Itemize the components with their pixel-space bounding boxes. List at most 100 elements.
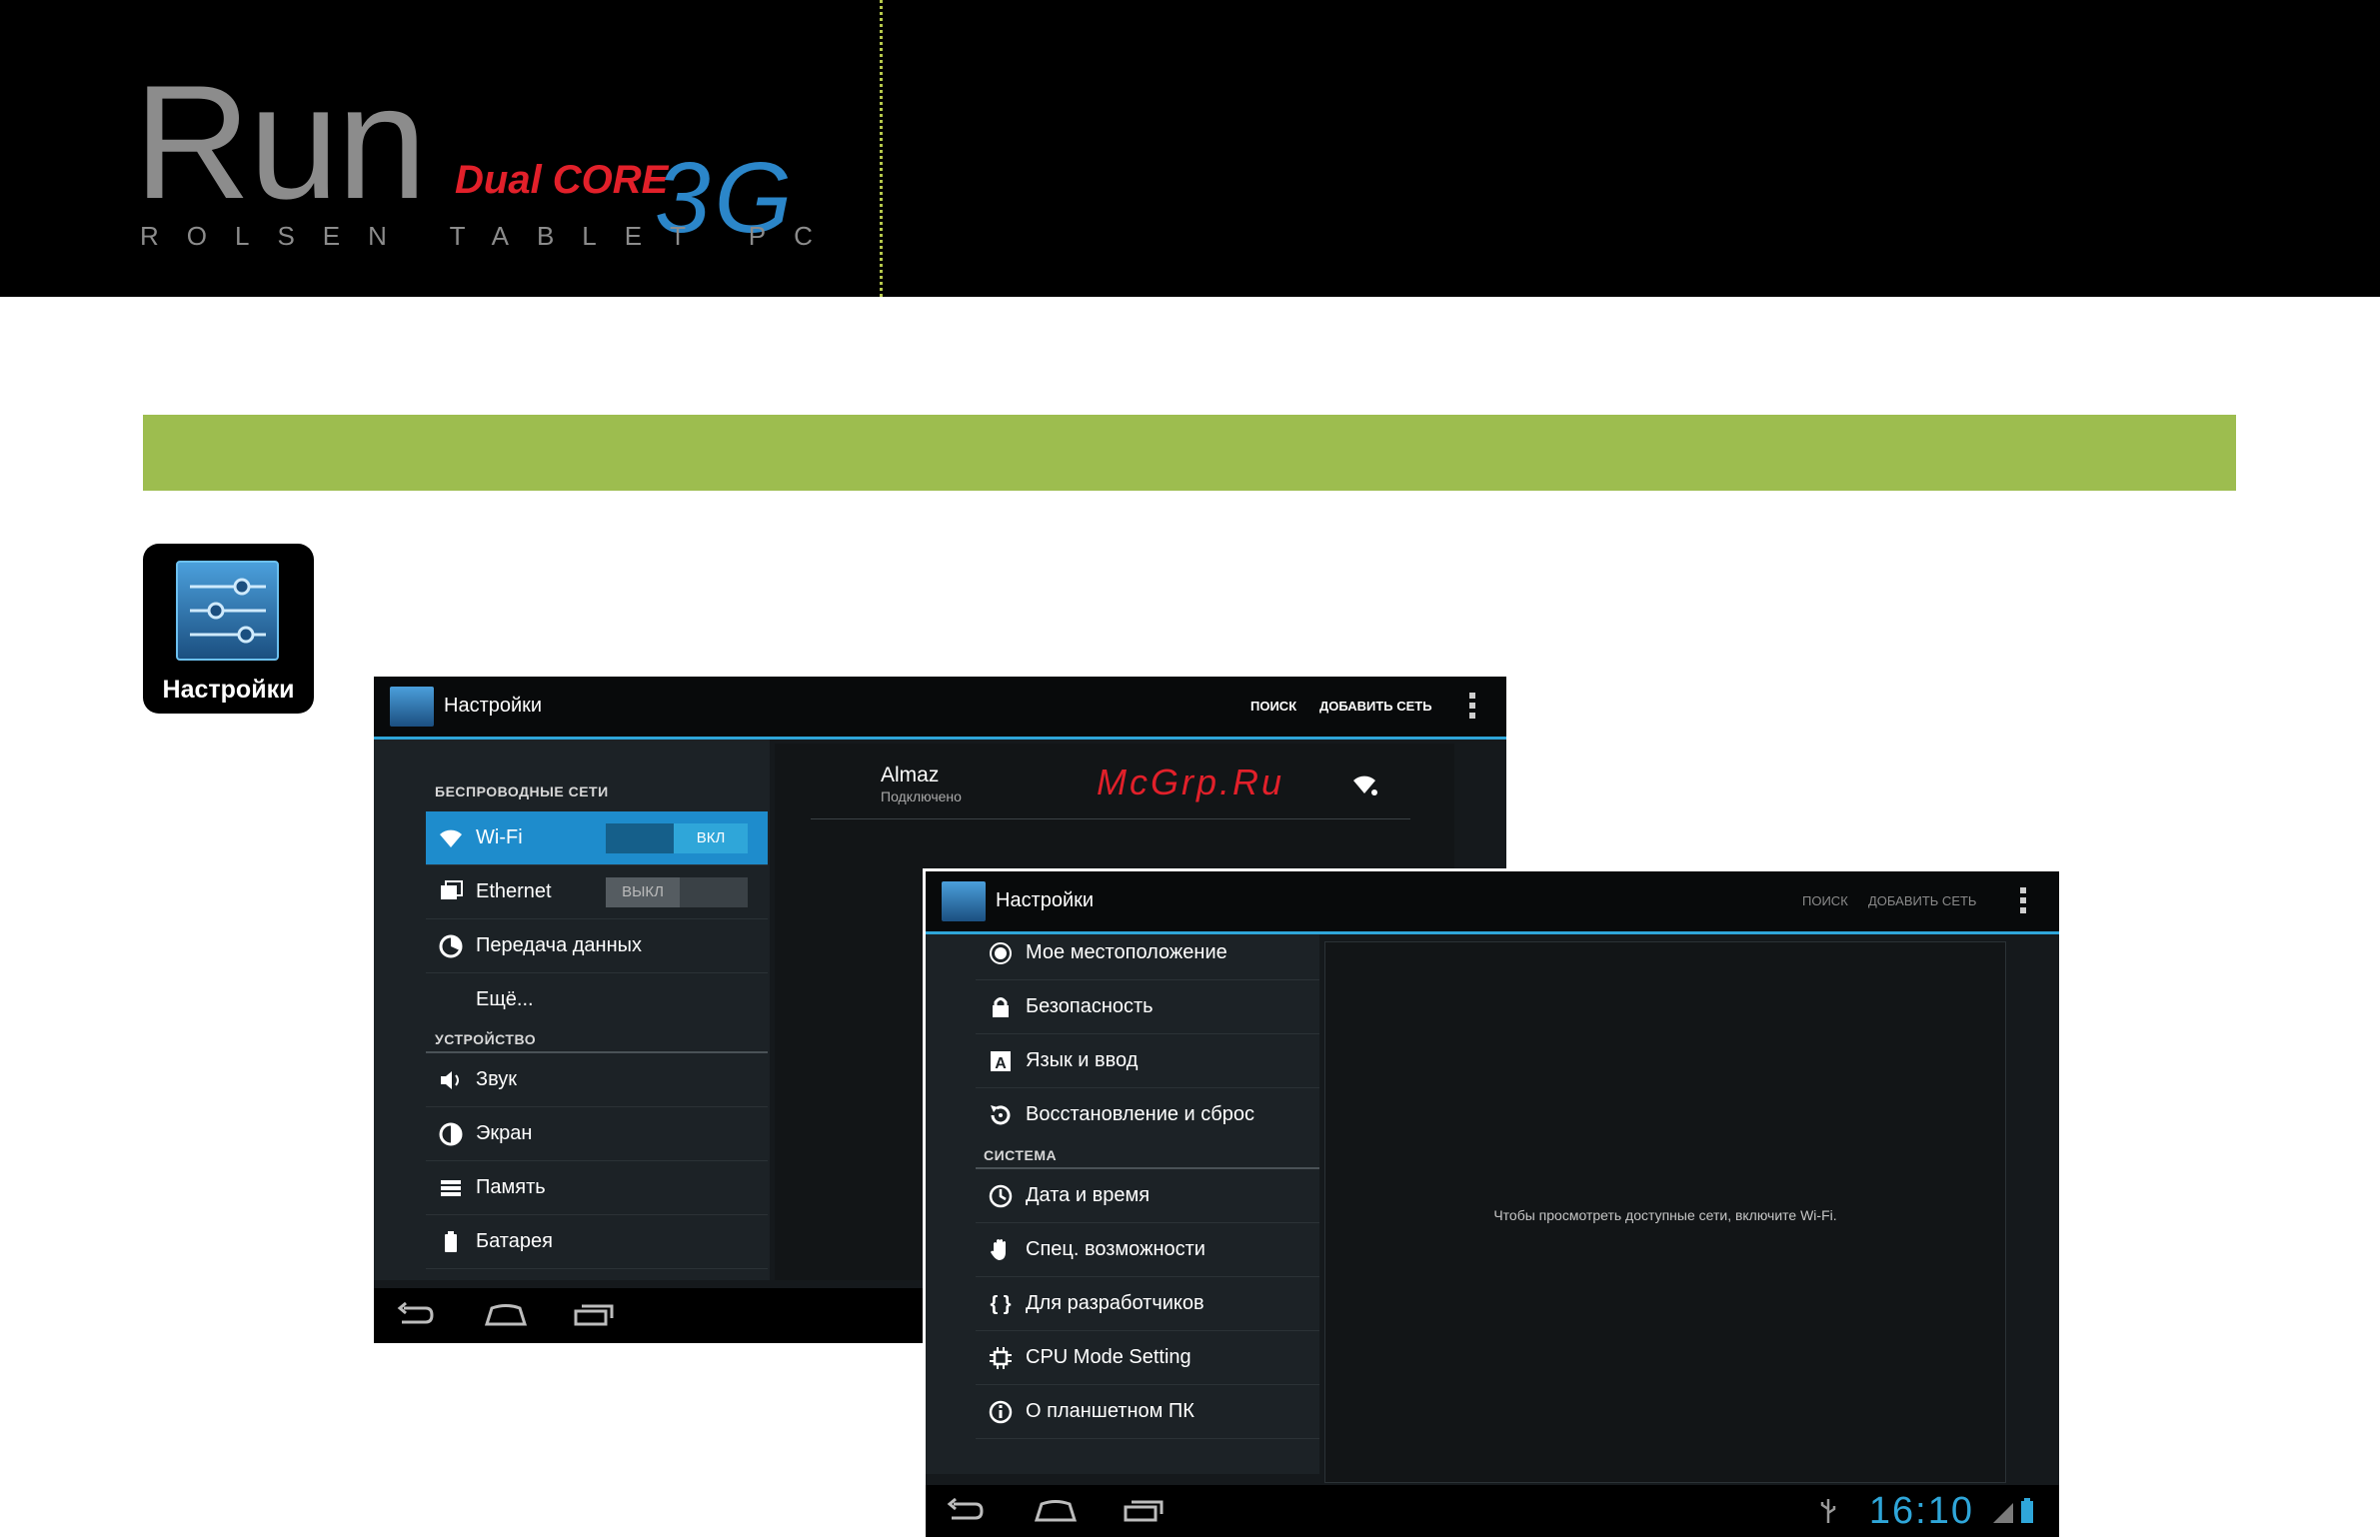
ethernet-toggle[interactable]: ВЫКЛ	[606, 877, 748, 907]
settings-item-language[interactable]: A Язык и ввод	[976, 1034, 1319, 1088]
settings-item-label: Восстановление и сброс	[1026, 1103, 1254, 1125]
usb-icon	[1820, 1499, 1836, 1523]
recent-apps-icon[interactable]	[574, 1302, 614, 1328]
home-icon[interactable]	[1034, 1498, 1078, 1524]
settings-item-location[interactable]: Мое местоположение	[976, 926, 1319, 980]
action-bar: Настройки ПОИСК ДОБАВИТЬ СЕТЬ	[374, 677, 1506, 740]
settings-item-label: Экран	[476, 1122, 533, 1144]
lock-icon	[988, 994, 1014, 1020]
display-icon	[438, 1121, 464, 1147]
logo-dual-core: Dual CORE	[455, 158, 669, 202]
signal-icon	[1993, 1503, 2013, 1523]
settings-item-date-time[interactable]: Дата и время	[976, 1169, 1319, 1223]
overflow-menu-icon[interactable]	[2020, 887, 2026, 917]
add-network-button[interactable]: ДОБАВИТЬ СЕТЬ	[1319, 699, 1432, 714]
wifi-icon	[438, 825, 464, 851]
braces-icon: { }	[990, 1293, 1012, 1315]
wifi-signal-icon	[1352, 773, 1380, 802]
settings-item-wifi[interactable]: Wi-Fi ВКЛ	[426, 811, 768, 865]
recent-apps-icon[interactable]	[1124, 1498, 1164, 1524]
settings-item-label: Передача данных	[476, 934, 643, 956]
battery-icon	[2021, 1498, 2033, 1523]
watermark: McGrp.Ru	[1097, 762, 1285, 802]
back-icon[interactable]	[396, 1302, 436, 1328]
settings-item-battery[interactable]: Батарея	[426, 1215, 768, 1269]
settings-item-storage[interactable]: Память	[426, 1161, 768, 1215]
section-header-system: СИСТЕМА	[984, 1147, 1058, 1163]
section-bar	[143, 415, 2236, 491]
home-icon[interactable]	[484, 1302, 528, 1328]
section-header-device: УСТРОЙСТВО	[435, 1031, 537, 1047]
network-name[interactable]: Almaz	[881, 764, 939, 787]
logo-run: Run	[134, 52, 427, 233]
section-header-wireless: БЕСПРОВОДНЫЕ СЕТИ	[435, 783, 609, 799]
settings-item-ethernet[interactable]: Ethernet ВЫКЛ	[426, 865, 768, 919]
settings-list: БЕСПРОВОДНЫЕ СЕТИ Wi-Fi ВКЛ Ethernet ВЫК…	[374, 740, 770, 1280]
language-icon: A	[988, 1048, 1014, 1074]
status-clock: 16:10	[1868, 1490, 1974, 1532]
ethernet-icon	[438, 879, 464, 905]
settings-sliders-icon	[176, 561, 279, 661]
storage-icon	[438, 1175, 464, 1201]
system-nav-bar: 16:10	[926, 1485, 2059, 1537]
action-bar-title: Настройки	[996, 889, 1095, 911]
settings-item-more[interactable]: Ещё...	[426, 973, 768, 1027]
app-icon-label: Настройки	[162, 676, 295, 704]
brand-header: Run Dual CORE 3G ROLSEN TABLET PC	[0, 0, 2380, 297]
settings-item-label: Дата и время	[1026, 1184, 1151, 1206]
info-icon	[988, 1399, 1014, 1425]
settings-item-label: Язык и ввод	[1026, 1049, 1139, 1071]
settings-list: Мое местоположение Безопасность A Язык и…	[926, 934, 1319, 1474]
location-icon	[988, 940, 1014, 966]
settings-item-backup-reset[interactable]: Восстановление и сброс	[976, 1088, 1319, 1142]
settings-item-label: О планшетном ПК	[1026, 1400, 1194, 1422]
data-usage-icon	[438, 933, 464, 959]
battery-icon	[438, 1229, 464, 1255]
settings-app-icon[interactable]: Настройки	[143, 544, 314, 714]
settings-item-about[interactable]: О планшетном ПК	[976, 1385, 1319, 1439]
sound-icon	[438, 1067, 464, 1093]
settings-item-label: Для разработчиков	[1026, 1292, 1204, 1314]
logo-subtitle: ROLSEN TABLET PC	[140, 221, 841, 251]
cpu-icon	[988, 1345, 1014, 1371]
settings-icon[interactable]	[942, 881, 986, 921]
clock-icon	[988, 1183, 1014, 1209]
action-bar-title: Настройки	[444, 695, 543, 717]
settings-item-label: Спец. возможности	[1026, 1238, 1205, 1260]
settings-item-label: Ethernet	[476, 880, 552, 902]
back-icon[interactable]	[946, 1498, 986, 1524]
search-button[interactable]: ПОИСК	[1802, 893, 1848, 908]
wifi-network-panel: Чтобы просмотреть доступные сети, включи…	[1324, 941, 2006, 1483]
svg-text:A: A	[995, 1055, 1007, 1072]
settings-item-data-usage[interactable]: Передача данных	[426, 919, 768, 973]
settings-item-label: CPU Mode Setting	[1026, 1346, 1191, 1368]
action-bar: Настройки ПОИСК ДОБАВИТЬ СЕТЬ	[926, 871, 2059, 934]
search-button[interactable]: ПОИСК	[1250, 699, 1296, 714]
restore-icon	[988, 1102, 1014, 1128]
overflow-menu-icon[interactable]	[1469, 693, 1475, 723]
settings-item-label: Безопасность	[1026, 995, 1154, 1017]
network-status: Подключено	[881, 788, 962, 804]
accessibility-icon	[988, 1237, 1014, 1263]
settings-item-label: Звук	[476, 1068, 518, 1090]
settings-item-sound[interactable]: Звук	[426, 1053, 768, 1107]
header-divider	[880, 0, 883, 297]
settings-item-label: Мое местоположение	[1026, 941, 1227, 963]
settings-icon[interactable]	[390, 687, 434, 727]
wifi-off-message: Чтобы просмотреть доступные сети, включи…	[1493, 1207, 1837, 1223]
settings-item-display[interactable]: Экран	[426, 1107, 768, 1161]
settings-item-label: Wi-Fi	[476, 826, 523, 848]
settings-screenshot-system: Настройки ПОИСК ДОБАВИТЬ СЕТЬ Мое местоп…	[923, 868, 2062, 1540]
settings-item-security[interactable]: Безопасность	[976, 980, 1319, 1034]
settings-item-cpu-mode[interactable]: CPU Mode Setting	[976, 1331, 1319, 1385]
settings-item-label: Ещё...	[476, 988, 534, 1010]
add-network-button[interactable]: ДОБАВИТЬ СЕТЬ	[1868, 893, 1976, 908]
settings-item-developer[interactable]: { } Для разработчиков	[976, 1277, 1319, 1331]
toggle-off-label: ВЫКЛ	[606, 877, 680, 907]
settings-item-label: Батарея	[476, 1230, 553, 1252]
settings-item-accessibility[interactable]: Спец. возможности	[976, 1223, 1319, 1277]
wifi-toggle[interactable]: ВКЛ	[606, 823, 748, 853]
list-divider	[811, 818, 1410, 819]
toggle-on-label: ВКЛ	[674, 823, 748, 853]
settings-item-label: Память	[476, 1176, 546, 1198]
